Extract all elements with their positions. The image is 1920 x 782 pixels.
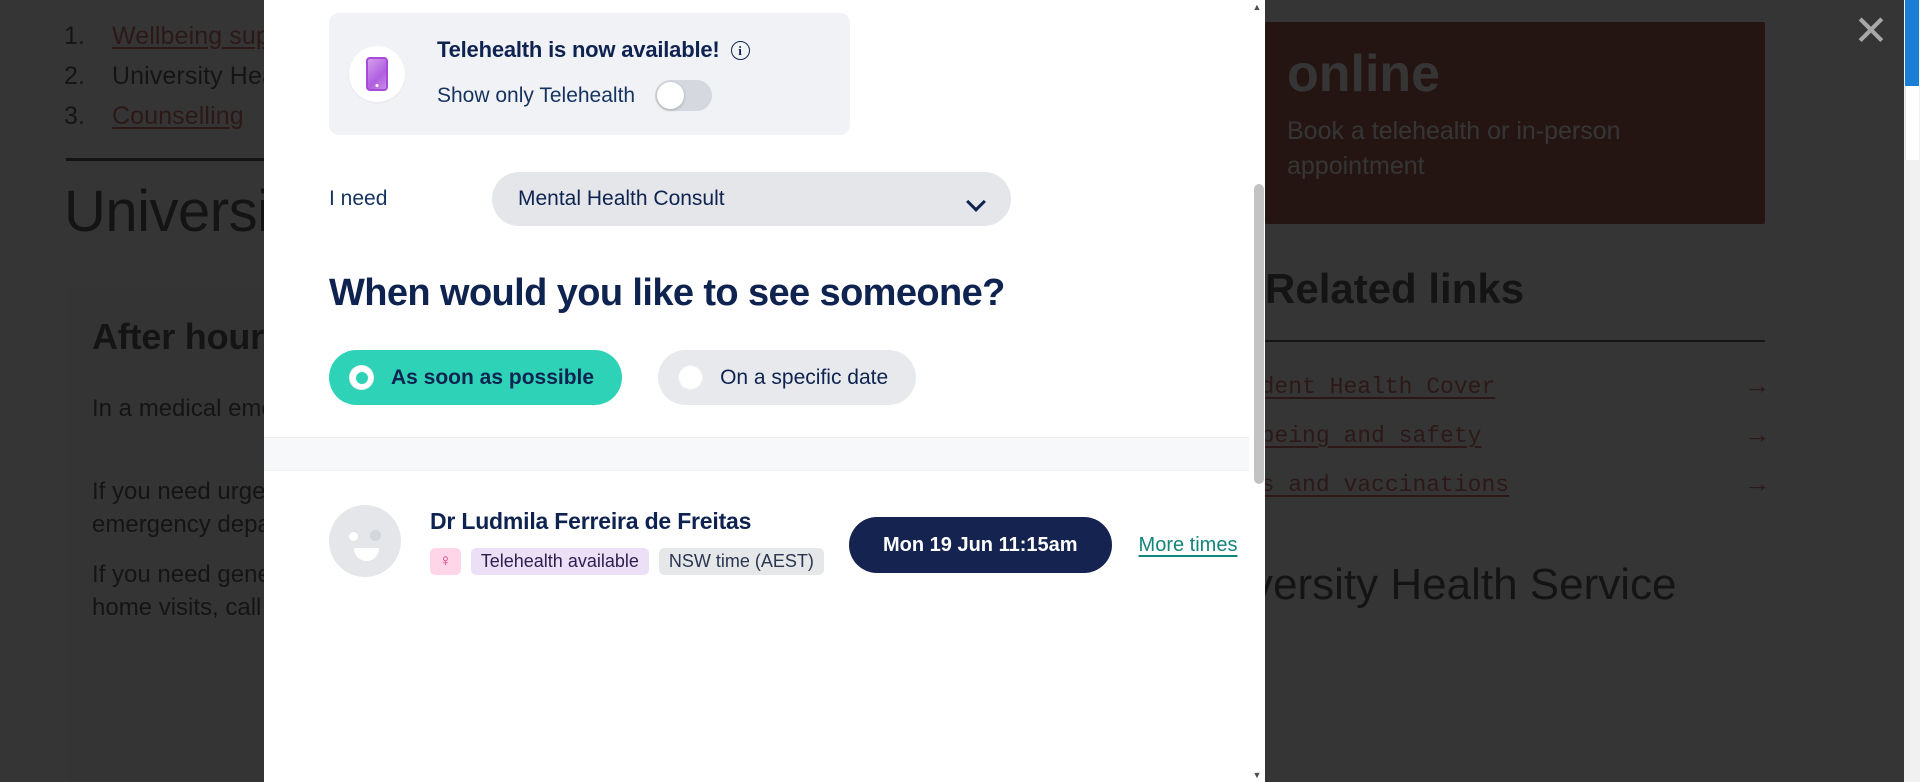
close-icon[interactable]: ✕ bbox=[1848, 8, 1894, 54]
tag-telehealth-available: Telehealth available bbox=[470, 547, 649, 575]
practitioner-info: Dr Ludmila Ferreira de Freitas ♀ Telehea… bbox=[430, 508, 824, 575]
mobile-phone-icon bbox=[349, 46, 405, 102]
need-select[interactable]: Mental Health Consult bbox=[492, 172, 1011, 226]
need-label: I need bbox=[329, 187, 388, 210]
timing-options: As soon as possible On a specific date bbox=[329, 350, 917, 405]
browser-scrollbar[interactable] bbox=[1904, 0, 1920, 782]
radio-selected-icon bbox=[349, 365, 374, 390]
practitioner-actions: Mon 19 Jun 11:15am More times bbox=[849, 517, 1237, 573]
scroll-up-icon[interactable]: ▲ bbox=[1249, 0, 1265, 14]
chevron-down-icon bbox=[969, 195, 984, 204]
page-root: 1. Wellbeing suppor 2. University Health… bbox=[0, 0, 1920, 782]
option-label: As soon as possible bbox=[391, 365, 595, 389]
modal-scrollbar[interactable]: ▲ ▼ bbox=[1249, 0, 1265, 782]
option-as-soon-as-possible[interactable]: As soon as possible bbox=[329, 350, 623, 405]
results-divider bbox=[264, 437, 1249, 471]
more-times-link[interactable]: More times bbox=[1139, 534, 1238, 557]
practitioner-name: Dr Ludmila Ferreira de Freitas bbox=[430, 507, 752, 534]
female-icon: ♀ bbox=[430, 547, 461, 575]
radio-unselected-icon bbox=[678, 365, 704, 390]
need-row: I need Mental Health Consult bbox=[329, 172, 1075, 226]
telehealth-toggle-label: Show only Telehealth bbox=[437, 83, 636, 107]
option-label: On a specific date bbox=[720, 365, 889, 389]
need-select-value: Mental Health Consult bbox=[518, 187, 725, 210]
toggle-knob bbox=[657, 82, 685, 109]
telehealth-banner-title: Telehealth is now available! bbox=[437, 37, 720, 62]
next-appointment-button[interactable]: Mon 19 Jun 11:15am bbox=[849, 517, 1112, 573]
practitioner-tags: ♀ Telehealth available NSW time (AEST) bbox=[430, 547, 824, 575]
when-heading: When would you like to see someone? bbox=[329, 272, 1005, 314]
modal-scrollbar-track[interactable] bbox=[1251, 14, 1264, 768]
booking-modal: Telehealth is now available! i Show only… bbox=[264, 0, 1265, 782]
tag-timezone: NSW time (AEST) bbox=[658, 547, 824, 575]
browser-scrollbar-thumb-secondary[interactable] bbox=[1905, 86, 1919, 160]
modal-scrollbar-thumb[interactable] bbox=[1254, 184, 1264, 484]
telehealth-toggle[interactable] bbox=[655, 80, 713, 111]
info-icon[interactable]: i bbox=[730, 40, 750, 60]
browser-scrollbar-thumb[interactable] bbox=[1905, 0, 1919, 86]
option-on-a-specific-date[interactable]: On a specific date bbox=[658, 350, 917, 405]
modal-content: Telehealth is now available! i Show only… bbox=[264, 0, 1265, 782]
avatar bbox=[329, 505, 401, 577]
telehealth-banner-text: Telehealth is now available! i Show only… bbox=[437, 37, 750, 111]
scroll-down-icon[interactable]: ▼ bbox=[1249, 768, 1265, 782]
telehealth-banner: Telehealth is now available! i Show only… bbox=[329, 13, 850, 135]
practitioner-row: Dr Ludmila Ferreira de Freitas ♀ Telehea… bbox=[264, 471, 1249, 611]
